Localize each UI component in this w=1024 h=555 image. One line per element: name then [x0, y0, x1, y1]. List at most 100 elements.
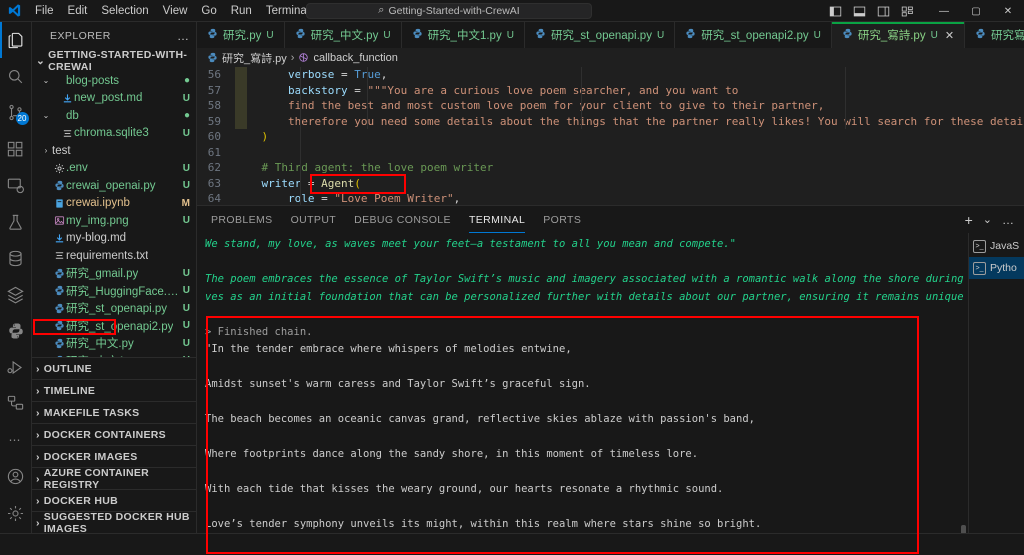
file-tree-item[interactable]: › test [32, 142, 196, 160]
menu-view[interactable]: View [156, 1, 195, 21]
panel-docker-images-label: DOCKER IMAGES [43, 450, 138, 463]
menu-edit[interactable]: Edit [61, 1, 95, 21]
activity-python-icon[interactable] [0, 313, 32, 349]
breadcrumb-symbol-label[interactable]: callback_function [313, 52, 397, 64]
activity-more-icon[interactable]: ⋯ [0, 422, 32, 458]
file-tree-item[interactable]: ⌄ blog-posts ● [32, 72, 196, 90]
file-tree-item[interactable]: 研究_中文1.py U [32, 352, 196, 357]
line-number: 60 [207, 130, 221, 143]
file-tree-item[interactable]: .env U [32, 160, 196, 178]
line-content: backstory = """You are a curious love po… [287, 83, 739, 97]
editor-tab[interactable]: 研究_寫詩.py U ✕ [831, 22, 966, 48]
workspace-root-row[interactable]: ⌄ GETTING-STARTED-WITH-CREWAI [32, 50, 196, 73]
file-tree-item[interactable]: new_post.md U [32, 90, 196, 108]
activity-testing-icon[interactable] [0, 204, 32, 240]
file-tree-item[interactable]: 研究_st_openapi.py U [32, 300, 196, 318]
activity-accounts-icon[interactable] [0, 459, 32, 495]
file-tree-item[interactable]: 研究_st_openapi2.py U [32, 317, 196, 335]
panel-suggested-docker-hub-images[interactable]: › SUGGESTED DOCKER HUB IMAGES [32, 511, 196, 535]
file-tree-item-label: db [66, 109, 79, 122]
gear-file-icon [52, 163, 66, 174]
tab-problems[interactable]: PROBLEMS [211, 206, 273, 233]
activity-layers-icon[interactable] [0, 277, 32, 313]
py-file-icon [52, 268, 66, 279]
panel-makefile-tasks[interactable]: › MAKEFILE TASKS [32, 401, 196, 423]
activity-bar: 20 ⋯ [0, 22, 32, 533]
menu-file[interactable]: File [28, 1, 61, 21]
activity-explorer-icon[interactable] [0, 22, 32, 59]
sidebar-more-actions-icon[interactable]: … [177, 29, 190, 43]
activity-source-control-icon[interactable]: 20 [0, 95, 32, 131]
panel-timeline-label: TIMELINE [43, 384, 96, 397]
editor-tab[interactable]: 研究_中文.py U [284, 22, 402, 48]
close-button[interactable]: ✕ [992, 0, 1024, 22]
toggle-primary-sidebar-icon[interactable] [829, 5, 842, 18]
git-status-badge: U [930, 29, 938, 41]
file-tree-item[interactable]: 研究_中文.py U [32, 335, 196, 353]
activity-search-icon[interactable] [0, 58, 32, 94]
activity-docker-icon[interactable] [0, 386, 32, 422]
menu-run[interactable]: Run [224, 1, 259, 21]
panel-timeline[interactable]: › TIMELINE [32, 379, 196, 401]
panel-docker-hub[interactable]: › DOCKER HUB [32, 489, 196, 511]
editor-tab[interactable]: 研究_st_openapi.py U [524, 22, 676, 48]
panel-docker-containers[interactable]: › DOCKER CONTAINERS [32, 423, 196, 445]
file-tree-item[interactable]: crewai_openai.py U [32, 177, 196, 195]
editor-tab[interactable]: 研究_中文1.py U [401, 22, 525, 48]
menu-go[interactable]: Go [194, 1, 223, 21]
editor-tab[interactable]: 研究.py U [197, 22, 285, 48]
activity-extensions-icon[interactable] [0, 131, 32, 167]
terminal-scrollbar[interactable] [961, 525, 966, 533]
search-icon: ⌕ [378, 4, 385, 16]
git-status-badge: U [179, 355, 190, 357]
activity-database-icon[interactable] [0, 240, 32, 276]
tab-terminal[interactable]: TERMINAL [468, 206, 526, 233]
terminal-line: We stand, my love, as waves meet your fe… [205, 238, 737, 250]
menu-selection[interactable]: Selection [94, 1, 155, 21]
panel-more-actions-icon[interactable]: … [1002, 213, 1014, 227]
line-content [235, 145, 1024, 161]
editor-tab[interactable]: 研究_st_openapi2.py U [675, 22, 832, 48]
file-tree-item[interactable]: requirements.txt [32, 247, 196, 265]
chevron-down-icon[interactable]: ⌄ [40, 111, 52, 120]
minimize-button[interactable]: — [928, 0, 960, 22]
activity-remote-explorer-icon[interactable] [0, 168, 32, 204]
command-center-search[interactable]: ⌕ Getting-Started-with-CrewAI [306, 2, 592, 19]
panel-makefile-tasks-label: MAKEFILE TASKS [43, 406, 140, 419]
git-status-badge: U [182, 92, 190, 104]
panel-outline[interactable]: › OUTLINE [32, 357, 196, 379]
toggle-secondary-sidebar-icon[interactable] [877, 5, 890, 18]
breadcrumb-symbol-icon [298, 52, 309, 63]
code-editor[interactable]: 56 verbose = True, 57 backstory = """You… [197, 67, 1024, 205]
terminal-item-python[interactable]: >_ Pytho [969, 257, 1024, 279]
panel-docker-images[interactable]: › DOCKER IMAGES [32, 445, 196, 467]
breadcrumb-file-label[interactable]: 研究_寫詩.py [222, 50, 287, 66]
panel-azure-container-registry[interactable]: › AZURE CONTAINER REGISTRY [32, 467, 196, 491]
activity-run-debug-icon[interactable] [0, 349, 32, 385]
close-icon[interactable]: ✕ [945, 29, 954, 42]
customize-layout-icon[interactable] [901, 5, 914, 18]
file-tree-item[interactable]: 研究_HuggingFace.py U [32, 282, 196, 300]
terminal-item-javascript[interactable]: >_ JavaS [969, 235, 1024, 257]
new-terminal-plus-icon[interactable]: + [965, 212, 973, 228]
activity-settings-gear-icon[interactable] [0, 495, 32, 533]
terminal-options-chevron-down-icon[interactable]: ⌄ [983, 213, 992, 226]
chevron-down-icon[interactable]: ⌄ [40, 76, 52, 85]
editor-tab-label: 研究_中文1.py [427, 30, 502, 42]
file-tree-item[interactable]: 研究_gmail.py U [32, 265, 196, 283]
file-tree-item[interactable]: ⌄ db ● [32, 107, 196, 125]
chevron-right-icon[interactable]: › [40, 146, 52, 155]
terminal-output[interactable]: We stand, my love, as waves meet your fe… [197, 233, 968, 533]
toggle-panel-icon[interactable] [853, 5, 866, 18]
file-tree-item[interactable]: my-blog.md [32, 230, 196, 248]
maximize-button[interactable]: ▢ [960, 0, 992, 22]
file-tree-item[interactable]: my_img.png U [32, 212, 196, 230]
file-tree-item[interactable]: crewai.ipynb M [32, 195, 196, 213]
tab-output[interactable]: OUTPUT [291, 206, 337, 233]
tab-ports[interactable]: PORTS [543, 206, 581, 233]
tab-debug-console[interactable]: DEBUG CONSOLE [354, 206, 451, 233]
editor-tab[interactable]: 研究寫作.pyU [965, 22, 1024, 48]
code-line: 57 backstory = """You are a curious love… [197, 83, 1024, 99]
file-tree-item[interactable]: chroma.sqlite3 U [32, 125, 196, 143]
panel-docker-containers-label: DOCKER CONTAINERS [43, 428, 166, 441]
